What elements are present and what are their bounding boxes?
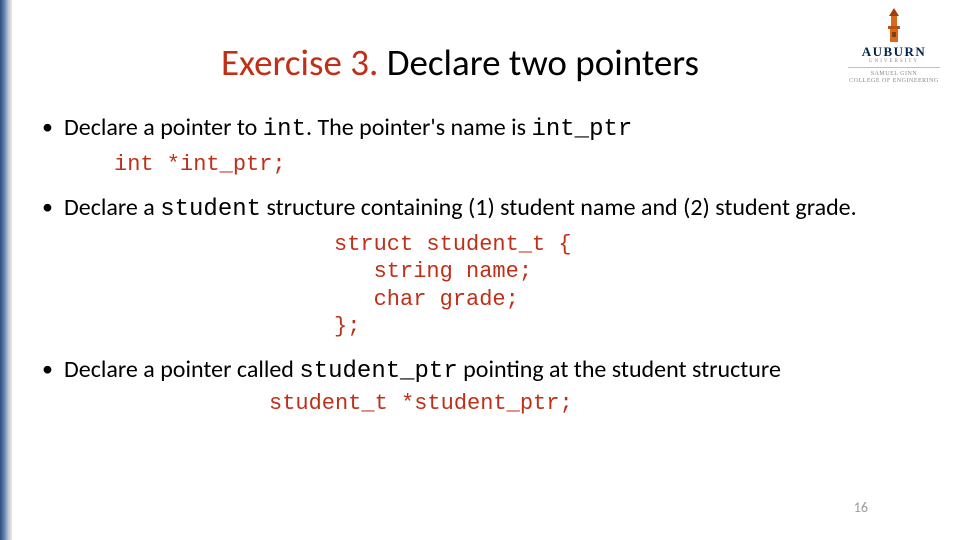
b1-text1: Declare a pointer to [64, 113, 263, 142]
title-accent: Exercise 3. [221, 40, 378, 85]
bullet-1: Declare a pointer to int. The pointer's … [40, 113, 920, 179]
left-decorative-stripe [0, 0, 12, 540]
bullet-2: Declare a student structure containing (… [40, 193, 920, 341]
b1-code1: int [263, 116, 306, 143]
tower-icon [883, 8, 905, 42]
b2-text1: Declare a [64, 193, 160, 222]
b3-code1: student_ptr [299, 358, 457, 385]
b3-text1: Declare a pointer called [64, 355, 299, 384]
bullet-3: Declare a pointer called student_ptr poi… [40, 355, 920, 430]
b3-text2: pointing at the student structure [458, 355, 781, 384]
page-number: 16 [854, 499, 868, 516]
code-block-1: int *int_ptr; [114, 151, 920, 179]
code-block-3: student_t *student_ptr; [269, 390, 573, 418]
title-rest: Declare two pointers [378, 40, 699, 85]
code-block-2: struct student_t { string name; char gra… [334, 231, 920, 341]
b2-text2: structure containing (1) student name an… [261, 193, 857, 222]
b1-code2: int_ptr [531, 116, 632, 143]
b2-code1: student [160, 196, 261, 223]
bullet-list: Declare a pointer to int. The pointer's … [40, 113, 920, 429]
b1-text2: . The pointer's name is [306, 113, 531, 142]
slide-title: Exercise 3. Declare two pointers [120, 40, 800, 85]
slide-content: Exercise 3. Declare two pointers Declare… [40, 40, 920, 443]
